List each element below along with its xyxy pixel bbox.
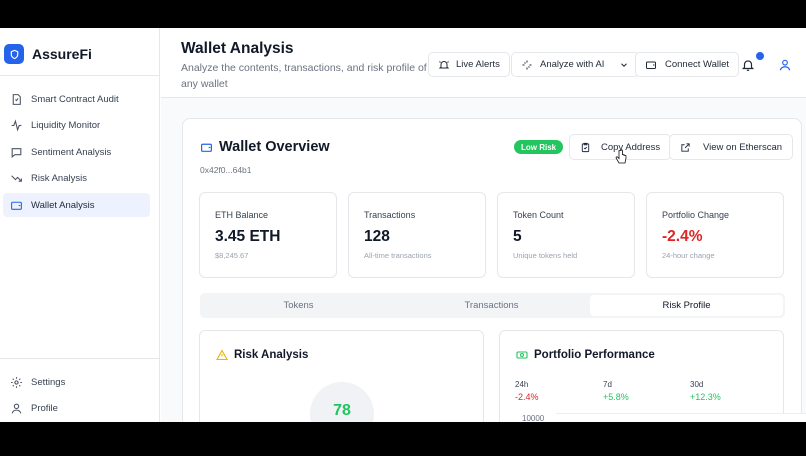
view-on-etherscan-label: View on Etherscan — [703, 141, 783, 153]
clipboard-icon — [581, 142, 590, 152]
perf-period-7d: 7d +5.8% — [603, 380, 629, 402]
app-window: AssureFi Smart Contract Audit Liquidity … — [0, 28, 806, 422]
external-link-icon — [681, 142, 690, 152]
wallet-icon — [201, 143, 212, 152]
page-header: Wallet Analysis Analyze the contents, tr… — [161, 28, 806, 98]
perf-period-24h: 24h -2.4% — [515, 380, 539, 402]
overview-tabs: Tokens Transactions Risk Profile — [200, 293, 785, 318]
wallet-address: 0x42f0...64b1 — [200, 165, 252, 175]
user-icon — [11, 403, 22, 414]
sidebar: AssureFi Smart Contract Audit Liquidity … — [0, 28, 160, 422]
page-subtitle: Analyze the contents, transactions, and … — [181, 62, 427, 90]
sidebar-item-wallet-analysis[interactable]: Wallet Analysis — [3, 193, 150, 217]
stat-label: Portfolio Change — [662, 210, 730, 220]
analyze-with-ai-label: Analyze with AI — [540, 59, 605, 70]
user-avatar-icon[interactable] — [778, 58, 792, 72]
wallet-overview-card: Wallet Overview 0x42f0...64b1 Low Risk C… — [182, 118, 802, 422]
tab-tokens[interactable]: Tokens — [202, 295, 395, 316]
sidebar-item-profile[interactable]: Profile — [3, 397, 150, 421]
overlay-strip — [556, 413, 806, 422]
ai-sparkle-icon — [522, 60, 532, 69]
stat-subtext: Unique tokens held — [513, 251, 578, 260]
wallet-icon — [646, 61, 656, 69]
stat-label: Token Count — [513, 210, 564, 220]
view-on-etherscan-button[interactable]: View on Etherscan — [669, 134, 794, 160]
perf-label: 24h — [515, 380, 529, 389]
hand-cursor-icon — [615, 149, 627, 164]
portfolio-performance-header: Portfolio Performance — [516, 349, 655, 361]
sidebar-item-label: Liquidity Monitor — [31, 120, 101, 131]
risk-score-circle: 78 — [310, 382, 374, 422]
stat-value: -2.4% — [662, 228, 703, 245]
sidebar-item-label: Smart Contract Audit — [31, 93, 119, 105]
sidebar-item-label: Risk Analysis — [31, 173, 87, 184]
money-icon — [516, 351, 528, 359]
sidebar-item-liquidity-monitor[interactable]: Liquidity Monitor — [3, 114, 150, 138]
risk-badge: Low Risk — [514, 140, 564, 154]
wallet-icon — [11, 201, 22, 210]
main-content: Wallet Analysis Analyze the contents, tr… — [161, 28, 806, 422]
perf-value: +12.3% — [690, 392, 721, 402]
stat-card-eth-balance: ETH Balance 3.45 ETH $8,245.67 — [199, 192, 337, 278]
sidebar-item-label: Settings — [31, 376, 66, 388]
sidebar-item-sentiment-analysis[interactable]: Sentiment Analysis — [3, 140, 150, 164]
wallet-overview-header: Wallet Overview — [200, 139, 330, 155]
trending-down-icon — [11, 175, 22, 182]
risk-analysis-panel: Risk Analysis 78 — [199, 330, 484, 422]
activity-icon — [11, 119, 22, 132]
audit-icon — [12, 93, 21, 105]
perf-label: 30d — [690, 380, 704, 389]
sidebar-item-settings[interactable]: Settings — [3, 370, 150, 394]
stat-card-portfolio-change: Portfolio Change -2.4% 24-hour change — [646, 192, 784, 278]
sidebar-item-label: Sentiment Analysis — [31, 146, 112, 158]
bell-ringing-icon — [438, 60, 450, 68]
perf-label: 7d — [603, 380, 612, 389]
stat-label: ETH Balance — [215, 210, 269, 220]
warning-triangle-icon — [216, 349, 228, 361]
sidebar-item-risk-analysis[interactable]: Risk Analysis — [3, 167, 150, 191]
portfolio-performance-title: Portfolio Performance — [534, 349, 655, 361]
notifications-bell-icon[interactable] — [741, 58, 755, 72]
live-alerts-label: Live Alerts — [456, 59, 500, 70]
notification-dot — [756, 52, 764, 60]
connect-wallet-label: Connect Wallet — [665, 59, 730, 70]
tab-risk-profile[interactable]: Risk Profile — [590, 295, 783, 316]
tab-transactions[interactable]: Transactions — [395, 295, 588, 316]
stat-card-transactions: Transactions 128 All-time transactions — [348, 192, 486, 278]
divider — [0, 358, 160, 359]
stat-subtext: 24-hour change — [662, 251, 715, 260]
stat-value: 3.45 ETH — [215, 228, 281, 245]
sidebar-item-label: Profile — [31, 403, 58, 414]
sidebar-bottom-nav: Settings Profile — [3, 370, 150, 422]
sidebar-nav: Smart Contract Audit Liquidity Monitor S… — [3, 87, 150, 220]
perf-value: +5.8% — [603, 392, 629, 402]
stat-label: Transactions — [364, 210, 416, 220]
brand[interactable]: AssureFi — [4, 44, 92, 64]
message-icon — [11, 147, 22, 158]
sidebar-item-label: Wallet Analysis — [31, 199, 95, 211]
sidebar-item-smart-contract-audit[interactable]: Smart Contract Audit — [3, 87, 150, 111]
analyze-with-ai-button[interactable]: Analyze with AI — [511, 52, 640, 77]
connect-wallet-button[interactable]: Connect Wallet — [635, 52, 740, 77]
portfolio-performance-panel: Portfolio Performance 24h -2.4% 7d +5.8%… — [499, 330, 784, 422]
stat-card-token-count: Token Count 5 Unique tokens held — [497, 192, 635, 278]
risk-analysis-header: Risk Analysis — [216, 349, 308, 361]
brand-name: AssureFi — [32, 46, 92, 62]
perf-value: -2.4% — [515, 392, 539, 402]
stat-subtext: All-time transactions — [364, 251, 432, 260]
stat-subtext: $8,245.67 — [215, 251, 249, 260]
copy-address-label: Copy Address — [601, 141, 661, 153]
chevron-down-icon — [621, 62, 628, 67]
perf-period-30d: 30d +12.3% — [690, 380, 721, 402]
stat-value: 128 — [364, 228, 390, 245]
gear-icon — [11, 376, 22, 388]
page-title: Wallet Analysis — [181, 40, 294, 57]
stat-value: 5 — [513, 228, 522, 245]
chart-axis-tick: 10000 — [522, 414, 545, 422]
live-alerts-button[interactable]: Live Alerts — [428, 52, 510, 77]
wallet-overview-title: Wallet Overview — [219, 139, 330, 155]
shield-logo-icon — [4, 44, 24, 64]
risk-analysis-title: Risk Analysis — [234, 349, 309, 361]
divider — [0, 75, 160, 76]
